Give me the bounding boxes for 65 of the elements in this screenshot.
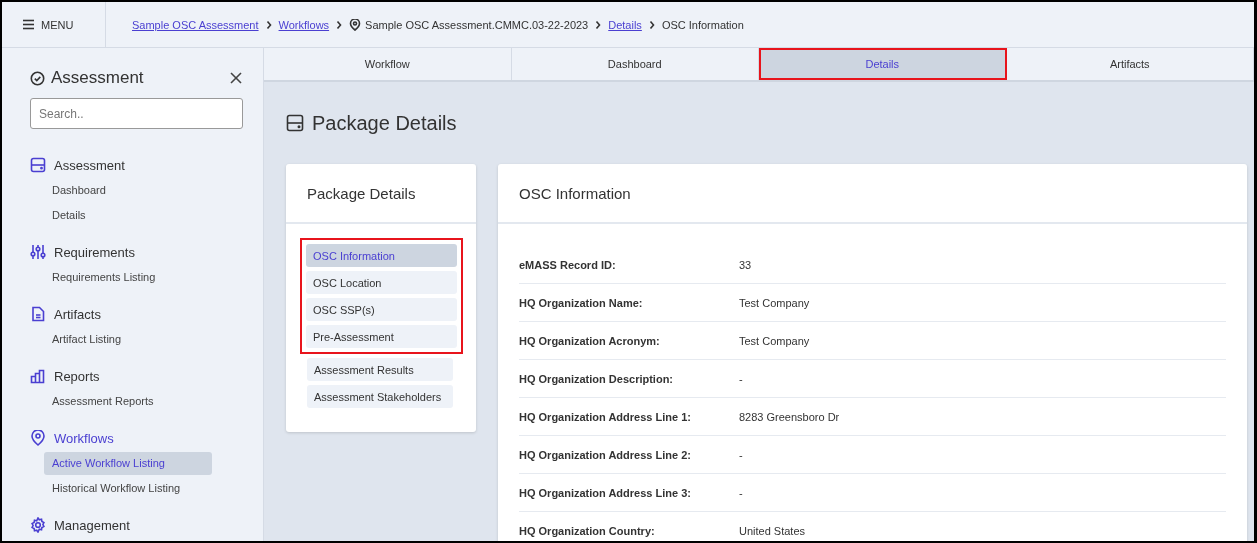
location-pin-icon	[349, 18, 362, 31]
nav-item[interactable]: Pre-Assessment	[306, 325, 457, 348]
menu-icon	[22, 18, 35, 31]
close-icon	[229, 71, 243, 85]
chevron-icon	[264, 19, 273, 30]
breadcrumb-link[interactable]: Workflows	[278, 18, 330, 31]
field-label: HQ Organization Address Line 3:	[519, 486, 692, 499]
card-title: Package Details	[286, 164, 476, 224]
section-heading[interactable]: Requirements	[54, 244, 135, 260]
field-label: eMASS Record ID:	[519, 258, 617, 271]
sidebar-item[interactable]: Dashboard	[44, 179, 212, 202]
location-pin-icon	[30, 430, 46, 446]
settings-icon	[30, 517, 46, 533]
field-value: -	[739, 448, 744, 461]
tab[interactable]: Details	[759, 48, 1007, 80]
page-title: Package Details	[312, 111, 457, 135]
menu-button[interactable]: MENU	[2, 2, 106, 47]
field-label: HQ Organization Description:	[519, 372, 674, 385]
sidebar-item[interactable]: Active Workflow Listing	[44, 452, 212, 475]
check-circle-icon	[30, 70, 45, 86]
search-field[interactable]: Search..	[30, 98, 243, 129]
field-value: United States	[739, 524, 807, 537]
breadcrumb-link[interactable]: Details	[608, 18, 642, 31]
sliders-icon	[30, 244, 46, 260]
field-value: 8283 Greensboro Dr	[739, 410, 841, 423]
close-button[interactable]	[229, 71, 243, 85]
field-value: Test Company	[739, 296, 811, 309]
section-heading[interactable]: Assessment	[54, 157, 125, 173]
chevron-icon	[594, 19, 603, 30]
field-value: -	[739, 372, 744, 385]
field-value: Test Company	[739, 334, 811, 347]
chevron-icon	[335, 19, 344, 30]
nav-item[interactable]: OSC SSP(s)	[306, 298, 457, 321]
sidebar-item[interactable]: Details	[44, 204, 212, 227]
server-icon	[286, 114, 304, 132]
field-label: HQ Organization Address Line 2:	[519, 448, 692, 461]
tab[interactable]: Workflow	[264, 48, 512, 80]
document-icon	[30, 306, 46, 322]
section-heading[interactable]: Management	[54, 517, 130, 533]
sidebar-item[interactable]: Artifact Listing	[44, 328, 212, 351]
tab[interactable]: Artifacts	[1006, 48, 1254, 80]
section-heading[interactable]: Reports	[54, 368, 100, 384]
sidebar-item[interactable]: Requirements Listing	[44, 266, 212, 289]
breadcrumb-current: OSC Information	[661, 18, 744, 31]
breadcrumb-link[interactable]: Sample OSC Assessment	[132, 18, 259, 31]
field-value: -	[739, 486, 744, 499]
field-value: 33	[739, 258, 753, 271]
chevron-icon	[647, 19, 656, 30]
sidebar-item[interactable]: Assessment Reports	[44, 390, 212, 413]
nav-item[interactable]: Assessment Results	[307, 358, 453, 381]
sidebar-item[interactable]: Historical Workflow Listing	[44, 477, 212, 500]
nav-item[interactable]: Assessment Stakeholders	[307, 385, 453, 408]
server-icon	[30, 157, 46, 173]
nav-item[interactable]: OSC Location	[306, 271, 457, 294]
field-label: HQ Organization Address Line 1:	[519, 410, 692, 423]
card-title: OSC Information	[498, 164, 1247, 224]
nav-item[interactable]: OSC Information	[306, 244, 457, 267]
sidebar-title: Assessment	[51, 68, 145, 88]
bar-chart-icon	[30, 368, 46, 384]
section-heading[interactable]: Workflows	[54, 430, 114, 446]
field-label: HQ Organization Country:	[519, 524, 656, 537]
field-label: HQ Organization Name:	[519, 296, 644, 309]
section-heading[interactable]: Artifacts	[54, 306, 101, 322]
field-label: HQ Organization Acronym:	[519, 334, 661, 347]
breadcrumb-text: Sample OSC Assessment.CMMC.03-22-2023	[365, 18, 589, 31]
